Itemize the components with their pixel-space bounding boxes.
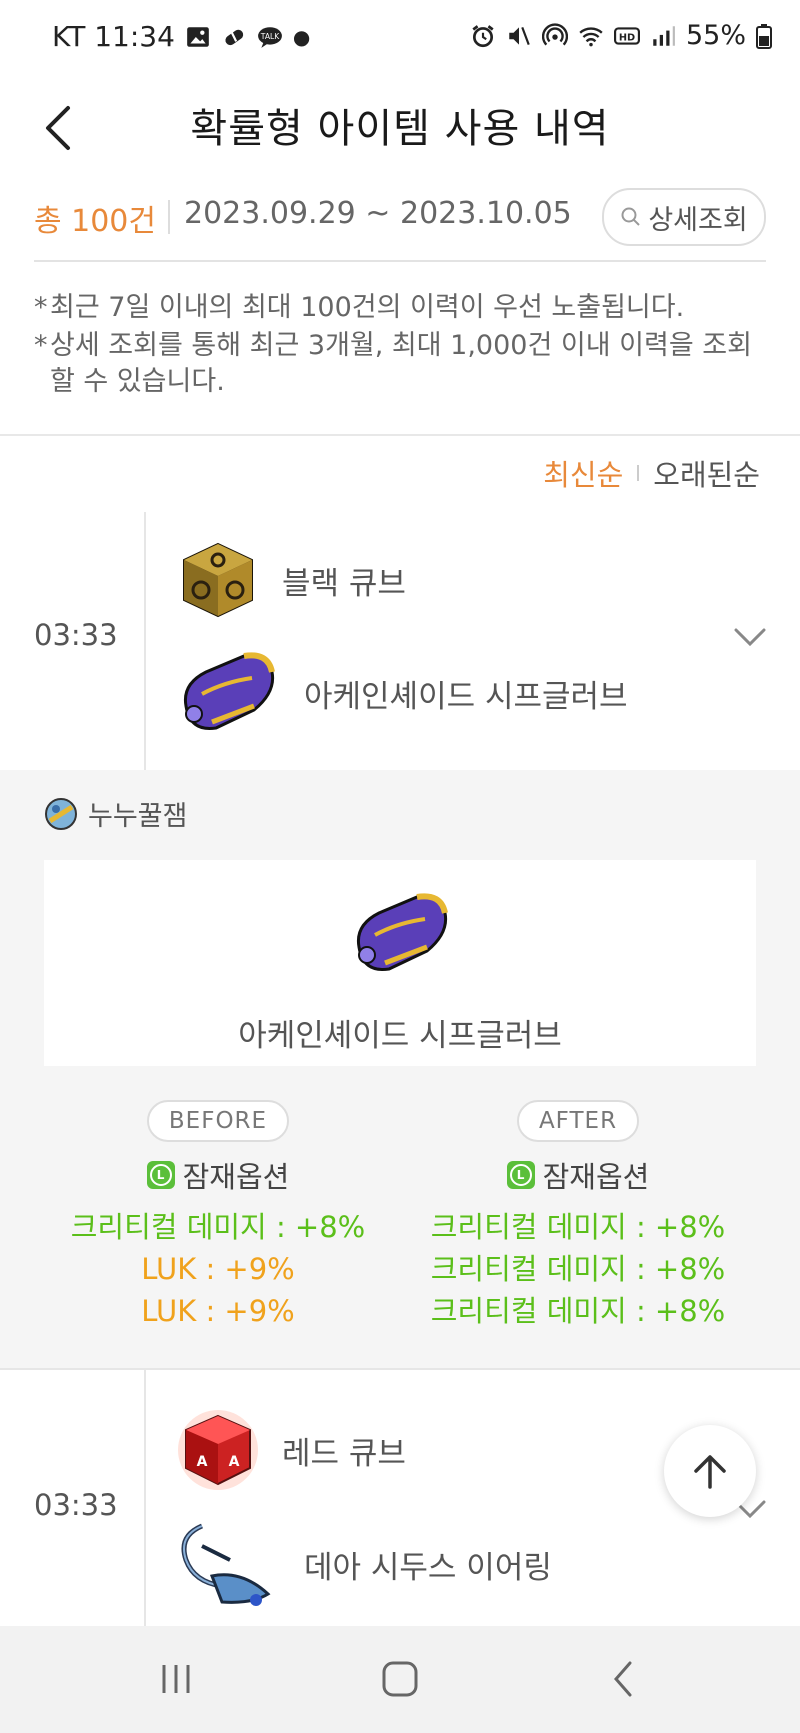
svg-text:TALK: TALK bbox=[260, 32, 280, 41]
entry-time: 03:33 bbox=[34, 618, 118, 652]
total-count: 총 100건 bbox=[34, 204, 156, 239]
section-divider bbox=[0, 434, 800, 436]
date-range: 2023.09.29 ~ 2023.10.05 bbox=[184, 196, 572, 231]
timeline-line bbox=[144, 512, 146, 770]
cube-name: 블랙 큐브 bbox=[282, 565, 406, 602]
item-name: 아케인셰이드 시프글러브 bbox=[238, 1018, 562, 1054]
item-name: 데아 시두스 이어링 bbox=[304, 1549, 552, 1586]
divider bbox=[637, 465, 640, 481]
signal-icon bbox=[653, 25, 675, 46]
before-column: BEFORE L 잠재옵션 크리티컬 데미지 : +8% LUK : +9% L… bbox=[28, 1100, 408, 1332]
gallery-icon bbox=[187, 26, 209, 47]
item-name: 아케인셰이드 시프글러브 bbox=[304, 678, 628, 715]
recent-apps-button[interactable] bbox=[146, 1654, 206, 1704]
glove-icon bbox=[183, 652, 275, 731]
option-line: 크리티컬 데미지 : +8% bbox=[430, 1210, 726, 1244]
character-name: 누누꿀잼 bbox=[88, 801, 188, 832]
legendary-icon: L bbox=[506, 1161, 535, 1189]
hotspot-icon bbox=[541, 22, 568, 45]
home-icon bbox=[382, 1661, 418, 1697]
summary-bar: 총 100건 2023.09.29 ~ 2023.10.05 상세조회 bbox=[34, 188, 766, 262]
back-icon bbox=[614, 1661, 632, 1697]
svg-text:A: A bbox=[229, 1454, 240, 1470]
before-badge: BEFORE bbox=[146, 1100, 290, 1142]
detail-panel: 누누꿀잼 아케인셰이드 시프글러브 BEFORE L 잠재옵션 크리티컬 데미지… bbox=[0, 770, 800, 1368]
option-line: LUK : +9% bbox=[141, 1294, 295, 1328]
red-cube-icon: A A bbox=[178, 1410, 258, 1490]
character-info: 누누꿀잼 bbox=[44, 794, 187, 833]
potential-heading: L 잠재옵션 bbox=[28, 1154, 408, 1196]
cube-name: 레드 큐브 bbox=[282, 1435, 406, 1472]
after-column: AFTER L 잠재옵션 크리티컬 데미지 : +8% 크리티컬 데미지 : +… bbox=[388, 1100, 768, 1332]
option-line: LUK : +9% bbox=[141, 1252, 295, 1286]
status-bar: KT 11:34 TALK ● HD 55% bbox=[0, 0, 800, 78]
notice-list: * 최근 7일 이내의 최대 100건의 이력이 우선 노출됩니다. * 상세 조회… bbox=[34, 290, 774, 400]
search-icon bbox=[621, 207, 641, 226]
divider bbox=[168, 200, 170, 234]
black-cube-icon bbox=[183, 542, 253, 618]
item-row: 데아 시두스 이어링 bbox=[176, 1516, 552, 1612]
svg-text:A: A bbox=[197, 1454, 208, 1470]
hd-icon: HD bbox=[613, 26, 640, 45]
sort-newest-button[interactable]: 최신순 bbox=[543, 452, 623, 494]
page-title: 확률형 아이템 사용 내역 bbox=[190, 106, 610, 152]
dot-icon: ● bbox=[292, 24, 311, 49]
scroll-to-top-button[interactable] bbox=[664, 1425, 756, 1517]
history-entry[interactable]: 03:33 블랙 큐브 아케인셰이드 시프글러브 bbox=[0, 512, 800, 770]
link-icon bbox=[225, 29, 244, 45]
system-nav-bar bbox=[0, 1626, 800, 1733]
option-line: 크리티컬 데미지 : +8% bbox=[430, 1252, 726, 1286]
battery-icon bbox=[756, 23, 772, 49]
timeline-line bbox=[144, 1370, 146, 1626]
entry-time: 03:33 bbox=[34, 1488, 118, 1522]
character-avatar-icon bbox=[45, 797, 77, 830]
battery-percent: 55% bbox=[685, 20, 746, 51]
option-line: 크리티컬 데미지 : +8% bbox=[430, 1294, 726, 1328]
potential-heading: L 잠재옵션 bbox=[388, 1154, 768, 1196]
recent-apps-icon bbox=[162, 1665, 190, 1693]
option-line: 크리티컬 데미지 : +8% bbox=[70, 1210, 366, 1244]
earring-icon bbox=[181, 1523, 271, 1606]
home-button[interactable] bbox=[370, 1654, 430, 1704]
detail-search-button[interactable]: 상세조회 bbox=[602, 188, 766, 246]
cube-row: A A 레드 큐브 bbox=[176, 1408, 406, 1492]
sort-toggle: 최신순 오래된순 bbox=[543, 452, 760, 494]
talk-icon: TALK bbox=[257, 26, 282, 48]
item-card: 아케인셰이드 시프글러브 bbox=[44, 860, 756, 1066]
detail-search-label: 상세조회 bbox=[648, 204, 748, 236]
legendary-icon: L bbox=[146, 1161, 175, 1189]
after-badge: AFTER bbox=[516, 1100, 640, 1142]
arrow-up-icon bbox=[694, 1455, 726, 1489]
wifi-icon bbox=[579, 26, 603, 46]
notice-item: * 최근 7일 이내의 최대 100건의 이력이 우선 노출됩니다. bbox=[34, 292, 685, 323]
glove-icon bbox=[356, 893, 448, 972]
notice-item: * 상세 조회를 통해 최근 3개월, 최대 1,000건 이내 이력을 조회 할… bbox=[34, 330, 752, 397]
mute-icon bbox=[509, 26, 530, 45]
alarm-icon bbox=[472, 24, 494, 47]
status-time: KT 11:34 bbox=[52, 20, 175, 53]
system-back-button[interactable] bbox=[594, 1654, 654, 1704]
cube-row: 블랙 큐브 bbox=[176, 538, 406, 622]
chevron-down-icon[interactable] bbox=[730, 622, 770, 650]
app-header: 확률형 아이템 사용 내역 bbox=[0, 78, 800, 188]
sort-oldest-button[interactable]: 오래된순 bbox=[653, 452, 760, 494]
svg-text:HD: HD bbox=[619, 32, 635, 43]
item-row: 아케인셰이드 시프글러브 bbox=[176, 648, 628, 738]
